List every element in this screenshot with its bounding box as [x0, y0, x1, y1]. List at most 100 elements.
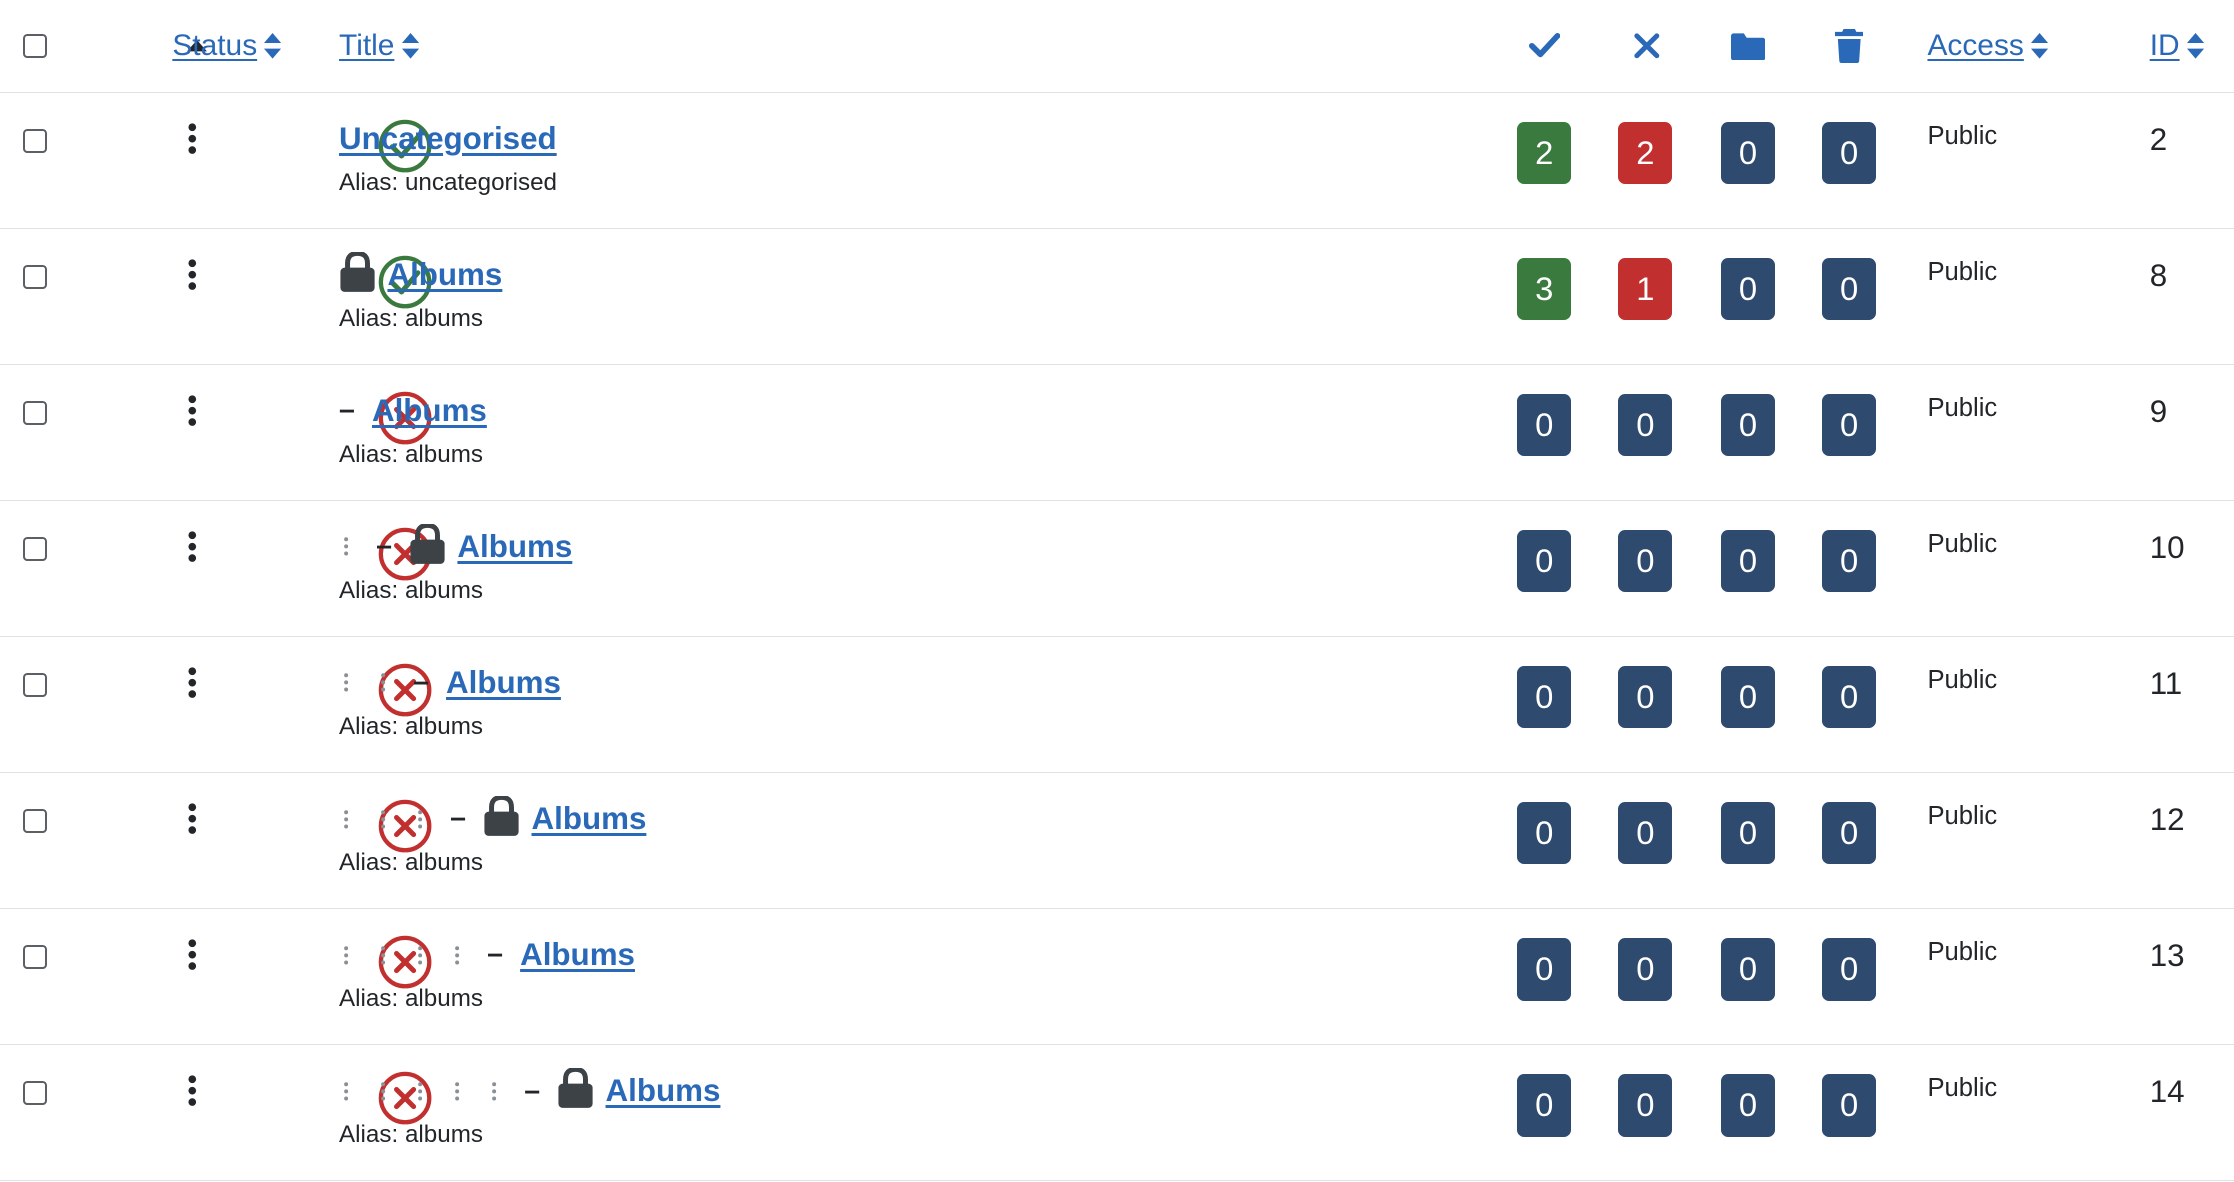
archived-count-badge[interactable]: 0: [1720, 529, 1776, 593]
trashed-count-cell: 0: [1822, 92, 1928, 230]
indent-dots-icon: [344, 945, 349, 965]
trashed-count-badge[interactable]: 0: [1822, 937, 1877, 1001]
row-select-cell: [0, 636, 83, 774]
row-ordering-cell: [82, 92, 197, 230]
trashed-count-badge[interactable]: 0: [1822, 529, 1877, 593]
drag-handle-icon[interactable]: [188, 667, 197, 699]
access-cell: Public: [1927, 908, 2150, 1046]
archived-count-badge[interactable]: 0: [1720, 1073, 1776, 1137]
row-checkbox[interactable]: [22, 400, 47, 425]
published-check-icon[interactable]: [1528, 33, 1560, 59]
trashed-count-badge[interactable]: 0: [1822, 801, 1877, 865]
category-alias: Alias: albums: [339, 712, 483, 740]
published-count-badge[interactable]: 0: [1517, 801, 1572, 865]
trashed-count-badge[interactable]: 0: [1822, 393, 1877, 457]
unpublished-count-badge[interactable]: 1: [1618, 257, 1673, 321]
unpublished-x-icon[interactable]: [1634, 33, 1660, 59]
title-line: – Albums: [339, 1068, 1517, 1109]
unpublished-count-badge[interactable]: 0: [1618, 801, 1673, 865]
lock-icon[interactable]: [557, 1068, 594, 1109]
table-row: – Albums Alias: albums 0 0 0 0 Public 10: [0, 500, 2234, 638]
published-count-badge[interactable]: 0: [1517, 1073, 1572, 1137]
access-sort-link[interactable]: Access: [1927, 29, 2049, 62]
id-cell: 14: [2149, 1044, 2234, 1182]
sort-icon: [2030, 32, 2049, 59]
archived-count-badge[interactable]: 0: [1720, 257, 1776, 321]
drag-handle-icon[interactable]: [188, 1075, 197, 1107]
row-checkbox[interactable]: [22, 1081, 47, 1106]
archived-count-badge[interactable]: 0: [1720, 121, 1776, 185]
archived-count-badge[interactable]: 0: [1720, 665, 1776, 729]
id-sort-link[interactable]: ID: [2150, 29, 2204, 62]
category-title-link[interactable]: Albums: [531, 801, 646, 837]
table-row: – Albums Alias: albums 0 0 0 0 Public 13: [0, 908, 2234, 1046]
trashed-count-badge[interactable]: 0: [1822, 1073, 1877, 1137]
published-count-badge[interactable]: 0: [1517, 665, 1572, 729]
row-title-cell: – Albums Alias: albums: [339, 772, 1518, 910]
category-title-link[interactable]: Albums: [520, 937, 635, 973]
drag-handle-icon[interactable]: [188, 939, 197, 971]
published-count-badge[interactable]: 0: [1517, 937, 1572, 1001]
unpublished-count-badge[interactable]: 0: [1618, 1073, 1673, 1137]
category-title-link[interactable]: Albums: [446, 665, 561, 701]
indent-dots-icon: [344, 673, 349, 692]
published-count-badge[interactable]: 2: [1517, 121, 1572, 185]
row-checkbox[interactable]: [22, 536, 47, 562]
select-all-checkbox[interactable]: [22, 33, 47, 58]
drag-handle-icon[interactable]: [188, 531, 197, 563]
trashed-count-cell: 0: [1822, 228, 1928, 366]
unpublished-count-cell: 0: [1618, 636, 1721, 774]
row-checkbox[interactable]: [22, 672, 47, 698]
title-line: Albums: [339, 251, 1517, 293]
trashed-count-badge[interactable]: 0: [1822, 257, 1877, 321]
row-checkbox[interactable]: [22, 944, 47, 970]
trashed-count-badge[interactable]: 0: [1822, 121, 1877, 185]
row-ordering-cell: [82, 772, 197, 910]
drag-handle-icon[interactable]: [188, 395, 197, 426]
category-title-link[interactable]: Albums: [606, 1073, 721, 1109]
access-cell: Public: [1927, 636, 2150, 774]
status-sort-link[interactable]: Status: [172, 29, 282, 62]
archived-count-cell: 0: [1720, 772, 1823, 910]
unpublished-count-cell: 0: [1618, 1044, 1721, 1182]
archived-folder-icon[interactable]: [1730, 32, 1766, 61]
indent-dots-icon: [344, 809, 349, 829]
id-cell: 9: [2149, 364, 2234, 502]
published-count-badge[interactable]: 3: [1517, 257, 1572, 321]
unpublished-count-badge[interactable]: 2: [1618, 121, 1673, 185]
unpublished-count-badge[interactable]: 0: [1618, 937, 1673, 1001]
published-count-badge[interactable]: 0: [1517, 393, 1572, 457]
row-select-cell: [0, 228, 83, 366]
trashed-count-badge[interactable]: 0: [1822, 665, 1877, 729]
unpublished-count-badge[interactable]: 0: [1618, 665, 1673, 729]
row-status-cell: [172, 1044, 431, 1182]
trashed-trash-icon[interactable]: [1834, 28, 1864, 64]
trashed-count-cell: 0: [1822, 500, 1928, 638]
indent-dots-icon: [455, 1081, 460, 1101]
row-checkbox[interactable]: [22, 808, 47, 834]
row-checkbox[interactable]: [22, 264, 47, 289]
archived-count-badge[interactable]: 0: [1720, 937, 1776, 1001]
published-count-badge[interactable]: 0: [1517, 529, 1572, 593]
ordering-header[interactable]: [82, 0, 207, 94]
lock-icon[interactable]: [483, 796, 520, 836]
drag-handle-icon[interactable]: [188, 259, 197, 290]
row-checkbox[interactable]: [22, 128, 47, 153]
category-title-link[interactable]: Uncategorised: [339, 121, 557, 157]
lock-icon[interactable]: [409, 524, 446, 564]
row-status-cell: [172, 500, 431, 638]
archived-count-cell: 0: [1720, 908, 1823, 1046]
category-title-link[interactable]: Albums: [387, 257, 502, 293]
unpublished-count-cell: 0: [1618, 500, 1721, 638]
category-title-link[interactable]: Albums: [372, 393, 487, 429]
lock-icon[interactable]: [339, 251, 376, 292]
title-sort-link[interactable]: Title: [339, 29, 419, 62]
drag-handle-icon[interactable]: [188, 803, 197, 835]
drag-handle-icon[interactable]: [188, 123, 197, 154]
unpublished-count-badge[interactable]: 0: [1618, 529, 1673, 593]
archived-count-badge[interactable]: 0: [1720, 393, 1776, 457]
archived-count-badge[interactable]: 0: [1720, 801, 1776, 865]
category-title-link[interactable]: Albums: [457, 529, 572, 565]
level-dash: –: [413, 666, 429, 699]
unpublished-count-badge[interactable]: 0: [1618, 393, 1673, 457]
